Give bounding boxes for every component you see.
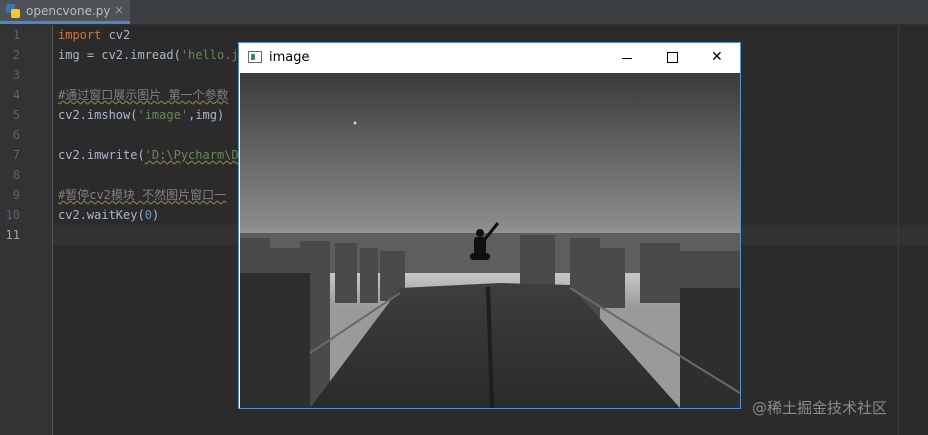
watermark: @稀土掘金技术社区	[752, 399, 888, 417]
close-icon: ✕	[711, 49, 723, 65]
rooftop-photo	[240, 73, 740, 408]
code-text: cv2.waitKey(	[58, 208, 145, 222]
number-literal: 0	[144, 208, 152, 222]
opencv-window-icon	[248, 51, 262, 63]
line-number: 8	[12, 168, 20, 182]
image-canvas	[240, 73, 740, 408]
line-number: 6	[12, 128, 20, 142]
editor-tab-bar: opencvone.py ×	[0, 0, 928, 25]
string-literal: 'image'	[137, 108, 189, 122]
line-number-gutter: 1 2 3 4 5 6 7 8 9 10 11	[0, 25, 53, 435]
line-number: 1	[12, 28, 20, 42]
image-window[interactable]: image ✕	[238, 42, 741, 409]
string-literal-path: 'D:\Pycharm\De	[144, 148, 246, 162]
line-number: 4	[12, 88, 20, 102]
code-line-9: #暂停cv2模块 不然图片窗口一	[58, 185, 226, 205]
close-button[interactable]: ✕	[694, 43, 740, 73]
maximize-button[interactable]	[649, 43, 695, 73]
tab-opencvone-py[interactable]: opencvone.py ×	[0, 0, 130, 24]
python-file-icon	[6, 3, 20, 18]
line-number: 7	[12, 148, 20, 162]
code-text: cv2	[101, 28, 131, 42]
comment: #通过窗口展示图片 第一个参数	[58, 88, 229, 102]
right-margin-guide	[898, 25, 899, 435]
line-number: 9	[12, 188, 20, 202]
code-line-4: #通过窗口展示图片 第一个参数	[58, 85, 228, 105]
line-number: 3	[12, 68, 20, 82]
code-line-2: img = cv2.imread('hello.jp	[58, 45, 246, 65]
comment: #暂停cv2模块 不然图片窗口一	[58, 188, 227, 202]
code-text: )	[151, 208, 160, 222]
line-number: 10	[5, 208, 20, 222]
code-line-7: cv2.imwrite('D:\Pycharm\De	[58, 145, 246, 165]
code-text: cv2.imshow(	[58, 108, 138, 122]
code-text: ,img)	[188, 108, 225, 122]
code-line-10: cv2.waitKey(0)	[58, 205, 159, 225]
code-line-1: import cv2	[58, 25, 130, 45]
tab-close-icon[interactable]: ×	[114, 3, 124, 17]
window-title: image	[269, 50, 310, 65]
code-text: img = cv2.imread(	[58, 48, 181, 62]
keyword-import: import	[58, 28, 102, 42]
code-line-5: cv2.imshow('image',img)	[58, 105, 224, 125]
line-number-current: 11	[5, 228, 20, 242]
line-number: 5	[12, 108, 20, 122]
window-titlebar[interactable]: image ✕	[239, 43, 740, 73]
line-number: 2	[12, 48, 20, 62]
tab-filename: opencvone.py	[26, 3, 111, 18]
minimize-button[interactable]	[604, 43, 650, 73]
code-text: cv2.imwrite(	[58, 148, 145, 162]
string-literal: 'hello.jp	[180, 48, 246, 62]
